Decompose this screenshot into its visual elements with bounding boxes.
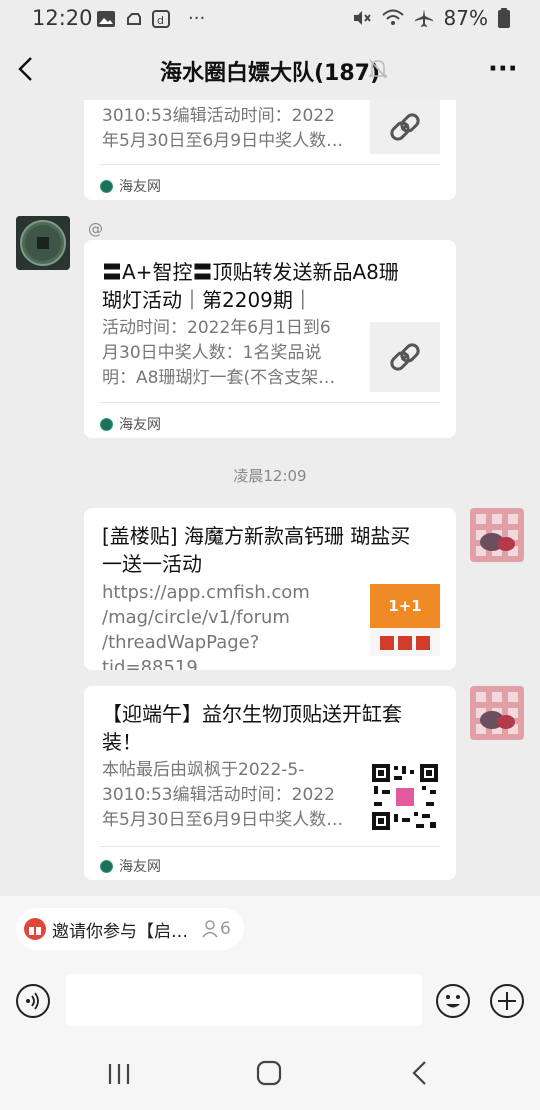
- promo-text: 1+1: [388, 597, 422, 615]
- cloud-icon: [127, 12, 141, 25]
- avatar[interactable]: [470, 686, 524, 740]
- card-divider: [100, 846, 440, 847]
- plus-icon[interactable]: [490, 984, 524, 1018]
- card-source: 海友网: [100, 856, 161, 876]
- emoji-icon[interactable]: [436, 984, 470, 1018]
- promo-banner: 1+1: [370, 584, 440, 628]
- pill-count: 6: [220, 919, 231, 939]
- desc-line: 本帖最后由飒枫于2022-5-: [102, 760, 305, 780]
- card-title: 〓A+智控〓顶贴转发送新品A8珊 瑚灯活动｜第2209期｜: [102, 258, 442, 314]
- card-description: 3010:53编辑活动时间：2022 年5月30日至6月9日中奖人数…: [102, 104, 352, 154]
- status-time: 12:20: [32, 6, 93, 30]
- recents-icon[interactable]: [106, 1062, 132, 1086]
- title-line: 〓A+智控〓顶贴转发送新品A8珊: [102, 260, 399, 284]
- plaid-avatar-image: [470, 508, 524, 562]
- desc-line: /mag/circle/v1/forum: [102, 607, 290, 628]
- card-description: 活动时间：2022年6月1日到6 月30日中奖人数：1名奖品说 明：A8珊瑚灯一…: [102, 316, 352, 391]
- avatar[interactable]: [16, 216, 70, 270]
- card-description: https://app.cmfish.com /mag/circle/v1/fo…: [102, 580, 352, 670]
- title-line: 瑚灯活动｜第2209期｜: [102, 288, 313, 312]
- source-label: 海友网: [119, 179, 161, 195]
- desc-line: 3010:53编辑活动时间：2022: [102, 106, 335, 126]
- card-source: 海友网: [100, 414, 161, 434]
- nav-back-icon[interactable]: [410, 1060, 430, 1086]
- desc-line: 年5月30日至6月9日中奖人数…: [102, 131, 344, 151]
- plaid-avatar-image: [470, 686, 524, 740]
- card-title: 【迎端午】益尔生物顶贴送开缸套 装！: [102, 700, 442, 756]
- sender-name: @: [88, 220, 103, 238]
- promo-products: [370, 636, 440, 656]
- card-description: 本帖最后由飒枫于2022-5- 3010:53编辑活动时间：2022 年5月30…: [102, 758, 352, 833]
- product-tub: [380, 636, 394, 650]
- title-line: 【迎端午】益尔生物顶贴送开缸套: [102, 702, 402, 726]
- more-horizontal-icon[interactable]: ···: [488, 54, 518, 84]
- coin-avatar-image: [16, 216, 70, 270]
- link-thumbnail: [370, 322, 440, 392]
- link-card[interactable]: 3010:53编辑活动时间：2022 年5月30日至6月9日中奖人数… 海友网: [84, 100, 456, 200]
- pinned-invite-pill[interactable]: 邀请你参与【启… 6: [16, 908, 244, 950]
- source-label: 海友网: [119, 859, 161, 875]
- desc-line: /threadWapPage?tid=88519…: [102, 632, 260, 670]
- source-label: 海友网: [119, 417, 161, 433]
- person-icon: [202, 920, 218, 938]
- chat-title: 海水圈白嫖大队(187): [159, 61, 381, 86]
- card-divider: [100, 164, 440, 165]
- wifi-icon: [381, 9, 404, 25]
- qr-code-icon: [370, 762, 440, 832]
- battery-icon: [498, 8, 510, 28]
- product-tub: [398, 636, 412, 650]
- svg-text:d: d: [157, 14, 164, 27]
- voice-icon[interactable]: [16, 984, 50, 1018]
- link-icon: [390, 343, 420, 371]
- desc-line: 3010:53编辑活动时间：2022: [102, 785, 335, 805]
- airplane-icon: [414, 9, 433, 27]
- home-icon[interactable]: [256, 1060, 282, 1086]
- source-logo-icon: [100, 859, 113, 873]
- pill-text: 邀请你参与【启…: [52, 921, 188, 942]
- qr-code-image: [370, 762, 440, 832]
- promo-image: 1+1: [370, 584, 440, 656]
- card-divider: [100, 402, 440, 403]
- desc-line: https://app.cmfish.com: [102, 582, 310, 603]
- bell-muted-icon: [368, 59, 388, 79]
- desc-line: 月30日中奖人数：1名奖品说: [102, 343, 322, 363]
- title-line: 一送一活动: [102, 552, 202, 576]
- link-card[interactable]: [盖楼贴] 海魔方新款高钙珊 瑚盐买 一送一活动 https://app.cmf…: [84, 508, 456, 670]
- more-dots-icon: ···: [188, 8, 206, 29]
- avatar[interactable]: [470, 508, 524, 562]
- message-input[interactable]: [66, 974, 422, 1026]
- product-tub: [416, 636, 430, 650]
- title-line: 装！: [102, 730, 142, 754]
- timestamp: 凌晨12:09: [233, 467, 307, 485]
- source-logo-icon: [100, 417, 113, 431]
- desc-line: 明：A8珊瑚灯一套(不含支架…: [102, 368, 336, 388]
- mute-icon: [353, 11, 371, 25]
- source-logo-icon: [100, 179, 113, 193]
- desc-line: 年5月30日至6月9日中奖人数…: [102, 810, 344, 830]
- dict-icon: d: [152, 9, 170, 28]
- title-line: [盖楼贴] 海魔方新款高钙珊 瑚盐买: [102, 524, 411, 548]
- image-icon: [97, 10, 115, 27]
- gift-icon: [24, 918, 46, 940]
- status-left-icons: d ···: [96, 8, 205, 29]
- desc-line: 活动时间：2022年6月1日到6: [102, 318, 331, 338]
- status-right-icons: 87%: [352, 6, 510, 30]
- card-source: 海友网: [100, 176, 161, 196]
- card-title: [盖楼贴] 海魔方新款高钙珊 瑚盐买 一送一活动: [102, 522, 442, 578]
- link-thumbnail: [370, 100, 440, 154]
- battery-percent: 87%: [443, 6, 488, 30]
- link-card[interactable]: 【迎端午】益尔生物顶贴送开缸套 装！ 本帖最后由飒枫于2022-5- 3010:…: [84, 686, 456, 880]
- link-card[interactable]: 〓A+智控〓顶贴转发送新品A8珊 瑚灯活动｜第2209期｜ 活动时间：2022年…: [84, 240, 456, 438]
- link-icon: [390, 113, 420, 141]
